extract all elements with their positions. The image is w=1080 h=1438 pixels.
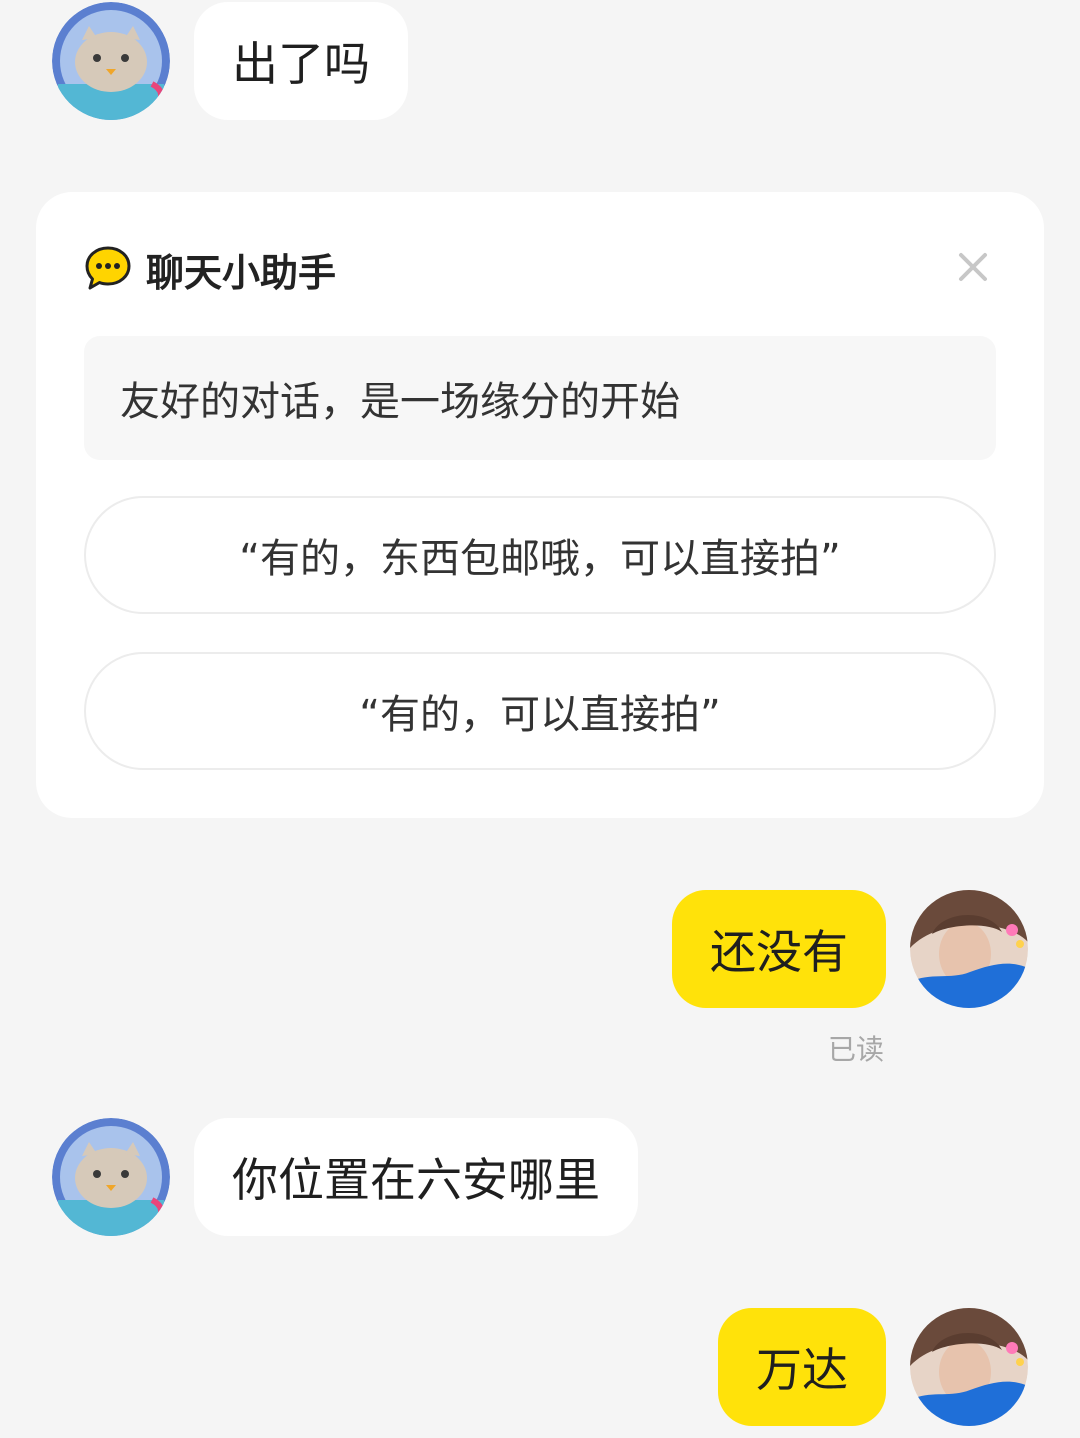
message-text: 你位置在六安哪里: [232, 1153, 600, 1207]
message-bubble-outgoing[interactable]: 还没有: [672, 890, 886, 1008]
assistant-header: 聊天小助手: [84, 242, 336, 297]
message-text: 出了吗: [232, 37, 370, 91]
suggestion-text: “有的，可以直接拍”: [359, 692, 721, 738]
read-status: 已读: [828, 1033, 885, 1066]
chat-bubble-icon: [84, 245, 132, 295]
contact-avatar[interactable]: [52, 2, 170, 120]
assistant-title: 聊天小助手: [146, 251, 337, 295]
suggestion-text: “有的，东西包邮哦，可以直接拍”: [239, 536, 841, 582]
assistant-hint: 友好的对话，是一场缘分的开始: [84, 336, 996, 460]
suggested-reply-2[interactable]: “有的，可以直接拍”: [84, 652, 996, 770]
close-icon[interactable]: [956, 250, 990, 284]
message-bubble-incoming[interactable]: 出了吗: [194, 2, 408, 120]
contact-avatar[interactable]: [52, 1118, 170, 1236]
chat-assistant-card: 聊天小助手 友好的对话，是一场缘分的开始 “有的，东西包邮哦，可以直接拍” “有…: [36, 192, 1044, 818]
user-avatar[interactable]: [910, 1308, 1028, 1426]
user-avatar[interactable]: [910, 890, 1028, 1008]
message-text: 万达: [756, 1343, 848, 1397]
message-text: 还没有: [710, 925, 848, 979]
message-bubble-incoming[interactable]: 你位置在六安哪里: [194, 1118, 638, 1236]
suggested-reply-1[interactable]: “有的，东西包邮哦，可以直接拍”: [84, 496, 996, 614]
hint-text: 友好的对话，是一场缘分的开始: [120, 379, 680, 425]
message-bubble-outgoing[interactable]: 万达: [718, 1308, 886, 1426]
